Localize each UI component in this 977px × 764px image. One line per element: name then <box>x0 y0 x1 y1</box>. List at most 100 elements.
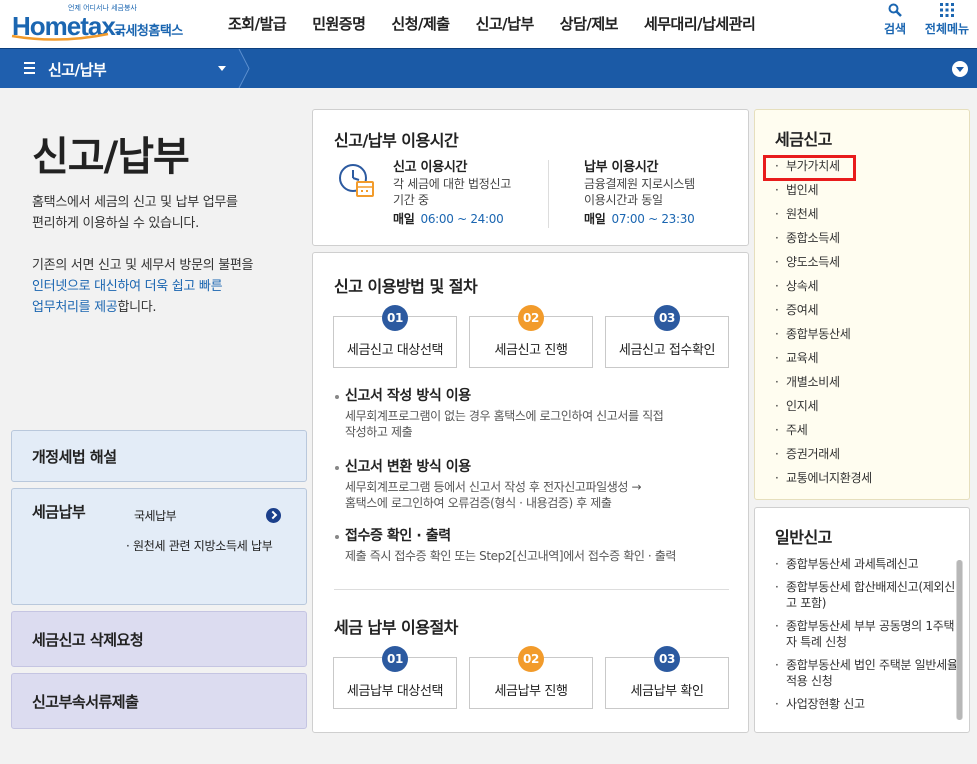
pay-hours-time: 07:00 ~ 23:30 <box>611 212 695 226</box>
step-number-badge: 01 <box>382 646 408 672</box>
tax-item-education[interactable]: 교육세 <box>773 350 872 374</box>
tax-payment-title: 세금납부 <box>32 503 86 521</box>
tax-item-stamp[interactable]: 인지세 <box>773 398 872 422</box>
breadcrumb-dropdown[interactable]: 신고/납부 <box>0 49 240 88</box>
intro-desc2-line1: 기존의 서면 신고 및 세무서 방문의 불편을 <box>32 258 254 273</box>
menu-certificate[interactable]: 민원증명 <box>312 13 366 35</box>
menu-inquiry[interactable]: 조회/발급 <box>228 13 287 35</box>
attachment-submit-button[interactable]: 신고부속서류제출 <box>11 673 307 729</box>
general-item[interactable]: 종합부동산세 법인 주택분 일반세율 적용 신청 <box>773 657 959 689</box>
pay-step-progress[interactable]: 02 세금납부 진행 <box>469 646 593 709</box>
grid-menu-icon <box>940 3 954 17</box>
tax-item-transport-energy[interactable]: 교통에너지환경세 <box>773 470 872 494</box>
tax-item-securities[interactable]: 증권거래세 <box>773 446 872 470</box>
header: 언제 어디서나 세금봉사 Hometax. 국세청홈택스 조회/발급 민원증명 … <box>0 0 977 48</box>
all-menu-button[interactable]: 전체메뉴 <box>922 3 972 37</box>
method-head: 접수증 확인 · 출력 <box>335 528 676 544</box>
intro-desc2-line2: 인터넷으로 대신하여 더욱 쉽고 빠른 <box>32 279 223 294</box>
tax-item-transfer[interactable]: 양도소득세 <box>773 254 872 278</box>
report-step-select[interactable]: 01 세금신고 대상선택 <box>333 305 457 368</box>
menu-report-pay[interactable]: 신고/납부 <box>476 13 535 35</box>
pay-hours-label: 매일 <box>584 212 606 226</box>
tax-item-inheritance[interactable]: 상속세 <box>773 278 872 302</box>
tax-item-excise[interactable]: 개별소비세 <box>773 374 872 398</box>
method-desc: 제출 즉시 접수증 확인 또는 Step2[신고내역]에서 접수증 확인 · 출… <box>345 549 677 563</box>
step-label: 세금납부 진행 <box>494 684 568 699</box>
method-desc: 작성하고 제출 <box>345 425 413 439</box>
report-step-confirm[interactable]: 03 세금신고 접수확인 <box>605 305 729 368</box>
general-list-scrollbar[interactable] <box>956 560 963 720</box>
national-tax-payment-link[interactable]: 국세납부 <box>134 507 177 524</box>
general-report-list: 종합부동산세 과세특례신고 종합부동산세 합산배제신고(제외신고 포함) 종합부… <box>773 556 959 719</box>
method-write: 신고서 작성 방식 이용 세무회계프로그램이 없는 경우 홈택스에 로그인하여 … <box>335 388 664 440</box>
tax-item-gift[interactable]: 증여세 <box>773 302 872 326</box>
pay-step-confirm[interactable]: 03 세금납부 확인 <box>605 646 729 709</box>
general-report-title: 일반신고 <box>775 528 832 547</box>
amended-tax-law-button[interactable]: 개정세법 해설 <box>11 430 307 482</box>
hours-divider <box>548 160 549 228</box>
tax-report-list: 부가가치세 법인세 원천세 종합소득세 양도소득세 상속세 증여세 종합부동산세… <box>773 158 872 494</box>
pay-step-select[interactable]: 01 세금납부 대상선택 <box>333 646 457 709</box>
procedure-card: 신고 이용방법 및 절차 01 세금신고 대상선택 02 세금신고 진행 03 … <box>312 252 749 733</box>
step-label: 세금납부 대상선택 <box>346 684 444 699</box>
step-number-badge: 02 <box>518 646 544 672</box>
step-number-badge: 03 <box>654 646 680 672</box>
report-step-progress[interactable]: 02 세금신고 진행 <box>469 305 593 368</box>
step-label: 세금신고 대상선택 <box>346 343 444 358</box>
usage-hours-card: 신고/납부 이용시간 신고 이용시간 각 세금에 대한 법정신고 기간 중 매일… <box>312 109 749 246</box>
method-receipt: 접수증 확인 · 출력 제출 즉시 접수증 확인 또는 Step2[신고내역]에… <box>335 528 676 564</box>
tax-item-liquor[interactable]: 주세 <box>773 422 872 446</box>
search-icon <box>888 3 902 17</box>
general-report-card: 일반신고 종합부동산세 과세특례신고 종합부동산세 합산배제신고(제외신고 포함… <box>754 507 970 733</box>
tax-item-withholding[interactable]: 원천세 <box>773 206 872 230</box>
tax-report-title: 세금신고 <box>775 130 832 149</box>
general-item[interactable]: 종합부동산세 합산배제신고(제외신고 포함) <box>773 579 959 611</box>
tax-item-income[interactable]: 종합소득세 <box>773 230 872 254</box>
breadcrumb-label: 신고/납부 <box>48 61 107 79</box>
general-item[interactable]: 사업장현황 신고 <box>773 696 959 712</box>
hometax-logo[interactable]: 언제 어디서나 세금봉사 Hometax. 국세청홈택스 <box>10 2 220 44</box>
method-convert: 신고서 변환 방식 이용 세무회계프로그램 등에서 신고서 작성 후 전자신고파… <box>335 459 642 511</box>
intro-desc1-line2: 편리하게 이용하실 수 있습니다. <box>32 216 199 231</box>
report-hours-time: 06:00 ~ 24:00 <box>420 212 504 226</box>
report-hours: 신고 이용시간 각 세금에 대한 법정신고 기간 중 매일 06:00 ~ 24:… <box>393 160 511 227</box>
go-arrow-icon[interactable] <box>266 508 281 523</box>
menu-consult[interactable]: 상담/제보 <box>560 13 619 35</box>
highlight-box <box>763 155 856 181</box>
tax-item-corporate[interactable]: 법인세 <box>773 182 872 206</box>
breadcrumb-arrow-icon <box>238 49 250 88</box>
main-content: 신고/납부 홈택스에서 세금의 신고 및 납부 업무를편리하게 이용하실 수 있… <box>0 88 977 764</box>
method-desc: 홈택스에 로그인하여 오류검증(형식 · 내용검증) 후 제출 <box>345 496 612 510</box>
procedure-title: 신고 이용방법 및 절차 <box>334 277 478 296</box>
pay-hours-desc2: 이용시간과 동일 <box>584 193 663 207</box>
general-item[interactable]: 종합부동산세 부부 공동명의 1주택자 특례 신청 <box>773 618 959 650</box>
usage-hours-title: 신고/납부 이용시간 <box>334 131 459 150</box>
main-menu: 조회/발급 민원증명 신청/제출 신고/납부 상담/제보 세무대리/납세관리 <box>228 13 756 35</box>
method-head: 신고서 작성 방식 이용 <box>335 388 663 404</box>
menu-application[interactable]: 신청/제출 <box>391 13 450 35</box>
local-income-tax-payment-link[interactable]: · 원천세 관련 지방소득세 납부 <box>126 537 273 554</box>
report-hours-head: 신고 이용시간 <box>393 160 468 175</box>
tax-item-property[interactable]: 종합부동산세 <box>773 326 872 350</box>
report-delete-request-button[interactable]: 세금신고 삭제요청 <box>11 611 307 667</box>
page-title: 신고/납부 <box>32 134 190 180</box>
intro-desc1-line1: 홈택스에서 세금의 신고 및 납부 업무를 <box>32 195 238 210</box>
tax-payment-box: 세금납부 국세납부 · 원천세 관련 지방소득세 납부 <box>11 488 307 605</box>
chevron-down-icon[interactable] <box>952 61 968 77</box>
clock-calendar-icon <box>339 164 374 197</box>
hamburger-icon <box>24 62 35 74</box>
method-desc: 세무회계프로그램이 없는 경우 홈택스에 로그인하여 신고서를 직접 <box>345 409 664 423</box>
step-number-badge: 02 <box>518 305 544 331</box>
intro-desc2-line3a: 업무처리를 제공 <box>32 300 118 315</box>
step-number-badge: 01 <box>382 305 408 331</box>
menu-agent[interactable]: 세무대리/납세관리 <box>644 13 756 35</box>
general-item[interactable]: 종합부동산세 과세특례신고 <box>773 556 959 572</box>
scrollbar-thumb[interactable] <box>957 560 962 720</box>
logo-brand-ko: 국세청홈택스 <box>114 24 183 39</box>
step-label: 세금납부 확인 <box>630 684 704 699</box>
search-button[interactable]: 검색 <box>880 3 910 37</box>
pay-hours-head: 납부 이용시간 <box>584 160 659 175</box>
pay-hours-desc1: 금융결제원 지로시스템 <box>584 177 695 191</box>
intro-description: 홈택스에서 세금의 신고 및 납부 업무를편리하게 이용하실 수 있습니다. 기… <box>32 192 254 339</box>
step-label: 세금신고 접수확인 <box>618 343 716 358</box>
